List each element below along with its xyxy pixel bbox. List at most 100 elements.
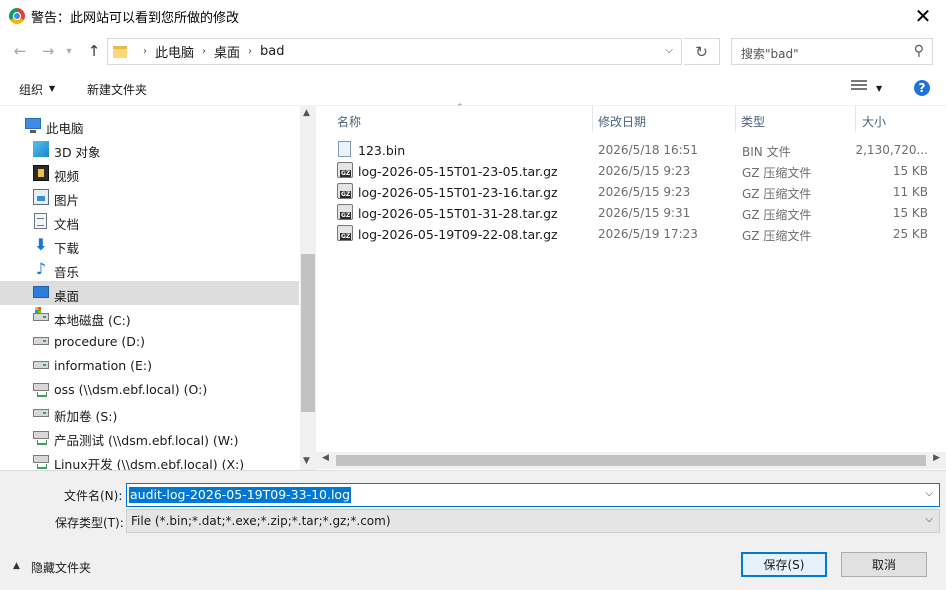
search-icon[interactable]: ⚲ (914, 43, 924, 59)
tree-item-drive-c[interactable]: 本地磁盘 (C:) (0, 305, 299, 329)
tree-item-music[interactable]: ♪ 音乐 (0, 257, 299, 281)
forward-button[interactable]: → (38, 41, 58, 61)
chevron-up-icon[interactable]: ▲ (13, 561, 20, 571)
column-date[interactable]: 修改日期 (598, 113, 646, 130)
breadcrumb-desktop[interactable]: 桌面 (214, 42, 240, 61)
tree-item-drive-o[interactable]: oss (\\dsm.ebf.local) (O:) (0, 377, 299, 401)
column-type[interactable]: 类型 (741, 113, 765, 130)
tree-item-drive-s[interactable]: 新加卷 (S:) (0, 401, 299, 425)
tree-item-drive-x[interactable]: Linux开发 (\\dsm.ebf.local) (X:) (0, 449, 299, 470)
tree-item-label: 下载 (54, 241, 80, 256)
computer-icon (25, 118, 41, 133)
tree-item-drive-w[interactable]: 产品测试 (\\dsm.ebf.local) (W:) (0, 425, 299, 449)
tree-item-this-pc[interactable]: 此电脑 (0, 113, 299, 137)
system-drive-icon (33, 307, 49, 321)
file-date: 2026/5/15 9:23 (598, 185, 691, 199)
file-type: GZ 压缩文件 (742, 187, 812, 201)
organize-button[interactable]: 组织 (19, 81, 43, 98)
tree-item-label: 3D 对象 (54, 145, 101, 160)
address-bar[interactable]: › 此电脑 › 桌面 › bad ⌵ (107, 38, 682, 65)
scrollbar-thumb[interactable] (301, 254, 315, 412)
recent-locations-chevron-icon[interactable]: ▾ (62, 41, 76, 61)
tree-item-3d-objects[interactable]: 3D 对象 (0, 137, 299, 161)
tree-item-pictures[interactable]: 图片 (0, 185, 299, 209)
help-icon[interactable]: ? (914, 80, 930, 96)
column-headers: ⌃ 名称 修改日期 类型 大小 (316, 103, 930, 133)
desktop-icon (33, 286, 49, 298)
file-row[interactable]: log-2026-05-15T01-23-16.tar.gz 2026/5/15… (336, 181, 936, 202)
breadcrumb-chevron-icon[interactable]: › (248, 46, 252, 57)
column-divider[interactable] (592, 106, 593, 132)
filetype-select[interactable]: File (*.bin;*.dat;*.exe;*.zip;*.tar;*.gz… (126, 509, 940, 533)
filename-chevron-down-icon[interactable]: ⌵ (925, 488, 933, 499)
bin-file-icon (338, 141, 351, 157)
tree-item-videos[interactable]: 视频 (0, 161, 299, 185)
file-size: 15 KB (892, 206, 928, 220)
navigation-tree: 此电脑 3D 对象 视频 图片 文档 ⬇ 下载 ♪ 音乐 桌面 本地磁盘 (C:… (0, 106, 316, 470)
scroll-left-icon[interactable]: ◀ (322, 453, 329, 463)
cancel-button[interactable]: 取消 (841, 552, 927, 577)
close-button[interactable]: ✕ (900, 0, 946, 31)
download-icon: ⬇ (34, 235, 48, 254)
breadcrumb-chevron-icon[interactable]: › (202, 46, 206, 57)
filetype-chevron-down-icon[interactable]: ⌵ (925, 514, 933, 525)
tree-item-documents[interactable]: 文档 (0, 209, 299, 233)
file-list-horizontal-scrollbar[interactable]: ◀ ▶ (316, 452, 946, 469)
breadcrumb-bad[interactable]: bad (260, 44, 284, 59)
chrome-icon (9, 8, 25, 24)
tree-item-drive-d[interactable]: procedure (D:) (0, 329, 299, 353)
filename-input[interactable]: audit-log-2026-05-19T09-33-10.log ⌵ (126, 483, 940, 507)
gz-file-icon (337, 225, 353, 241)
title-bar: 警告：此网站可以看到您所做的修改 ✕ (0, 0, 946, 31)
folder-icon (113, 45, 127, 58)
save-options-panel: 文件名(N): audit-log-2026-05-19T09-33-10.lo… (0, 470, 946, 590)
drive-icon (33, 361, 49, 369)
scrollbar-thumb[interactable] (336, 455, 926, 466)
hide-folders-button[interactable]: 隐藏文件夹 (31, 559, 91, 576)
view-options-icon[interactable] (851, 80, 867, 94)
column-name[interactable]: 名称 (337, 113, 361, 130)
breadcrumb-chevron-icon[interactable]: › (143, 46, 147, 57)
scroll-right-icon[interactable]: ▶ (933, 453, 940, 463)
scroll-down-icon[interactable]: ▼ (303, 456, 310, 466)
tree-item-label: 文档 (54, 217, 80, 232)
column-divider[interactable] (855, 106, 856, 132)
file-row[interactable]: log-2026-05-15T01-23-05.tar.gz 2026/5/15… (336, 160, 936, 181)
new-folder-button[interactable]: 新建文件夹 (87, 81, 147, 98)
column-size[interactable]: 大小 (862, 113, 886, 130)
window-title: 警告：此网站可以看到您所做的修改 (31, 11, 240, 26)
breadcrumb-this-pc[interactable]: 此电脑 (155, 42, 194, 61)
file-row[interactable]: log-2026-05-15T01-31-28.tar.gz 2026/5/15… (336, 202, 936, 223)
filetype-value: File (*.bin;*.dat;*.exe;*.zip;*.tar;*.gz… (131, 514, 391, 528)
view-chevron-down-icon[interactable]: ▼ (876, 84, 882, 93)
back-button[interactable]: ← (10, 41, 30, 61)
file-size: 2,130,720... (855, 143, 928, 157)
file-row[interactable]: 123.bin 2026/5/18 16:51 BIN 文件 2,130,720… (336, 139, 936, 160)
network-drive-icon (33, 383, 49, 397)
tree-item-desktop[interactable]: 桌面 (0, 281, 299, 305)
file-name: log-2026-05-15T01-31-28.tar.gz (358, 206, 558, 221)
gz-file-icon (337, 204, 353, 220)
file-size: 11 KB (892, 185, 928, 199)
search-input[interactable]: 搜索"bad" ⚲ (731, 38, 933, 65)
filename-value[interactable]: audit-log-2026-05-19T09-33-10.log (129, 487, 352, 503)
up-button[interactable]: ↑ (84, 41, 104, 61)
tree-item-label: information (E:) (54, 358, 152, 373)
tree-item-downloads[interactable]: ⬇ 下载 (0, 233, 299, 257)
file-type: GZ 压缩文件 (742, 166, 812, 180)
column-divider[interactable] (735, 106, 736, 132)
file-date: 2026/5/15 9:31 (598, 206, 691, 220)
save-button[interactable]: 保存(S) (741, 552, 827, 577)
navigation-bar: ← → ▾ ↑ › 此电脑 › 桌面 › bad ⌵ ↻ 搜索"bad" ⚲ (0, 33, 946, 69)
organize-chevron-down-icon[interactable]: ▼ (49, 84, 55, 93)
scroll-up-icon[interactable]: ▲ (303, 108, 310, 118)
refresh-button[interactable]: ↻ (684, 38, 720, 65)
address-dropdown-chevron-icon[interactable]: ⌵ (665, 45, 673, 56)
gz-file-icon (337, 183, 353, 199)
file-row[interactable]: log-2026-05-19T09-22-08.tar.gz 2026/5/19… (336, 223, 936, 244)
file-name: log-2026-05-15T01-23-16.tar.gz (358, 185, 558, 200)
tree-vertical-scrollbar[interactable]: ▲ ▼ (300, 106, 316, 470)
file-type: GZ 压缩文件 (742, 229, 812, 243)
file-type: BIN 文件 (742, 145, 791, 159)
tree-item-drive-e[interactable]: information (E:) (0, 353, 299, 377)
